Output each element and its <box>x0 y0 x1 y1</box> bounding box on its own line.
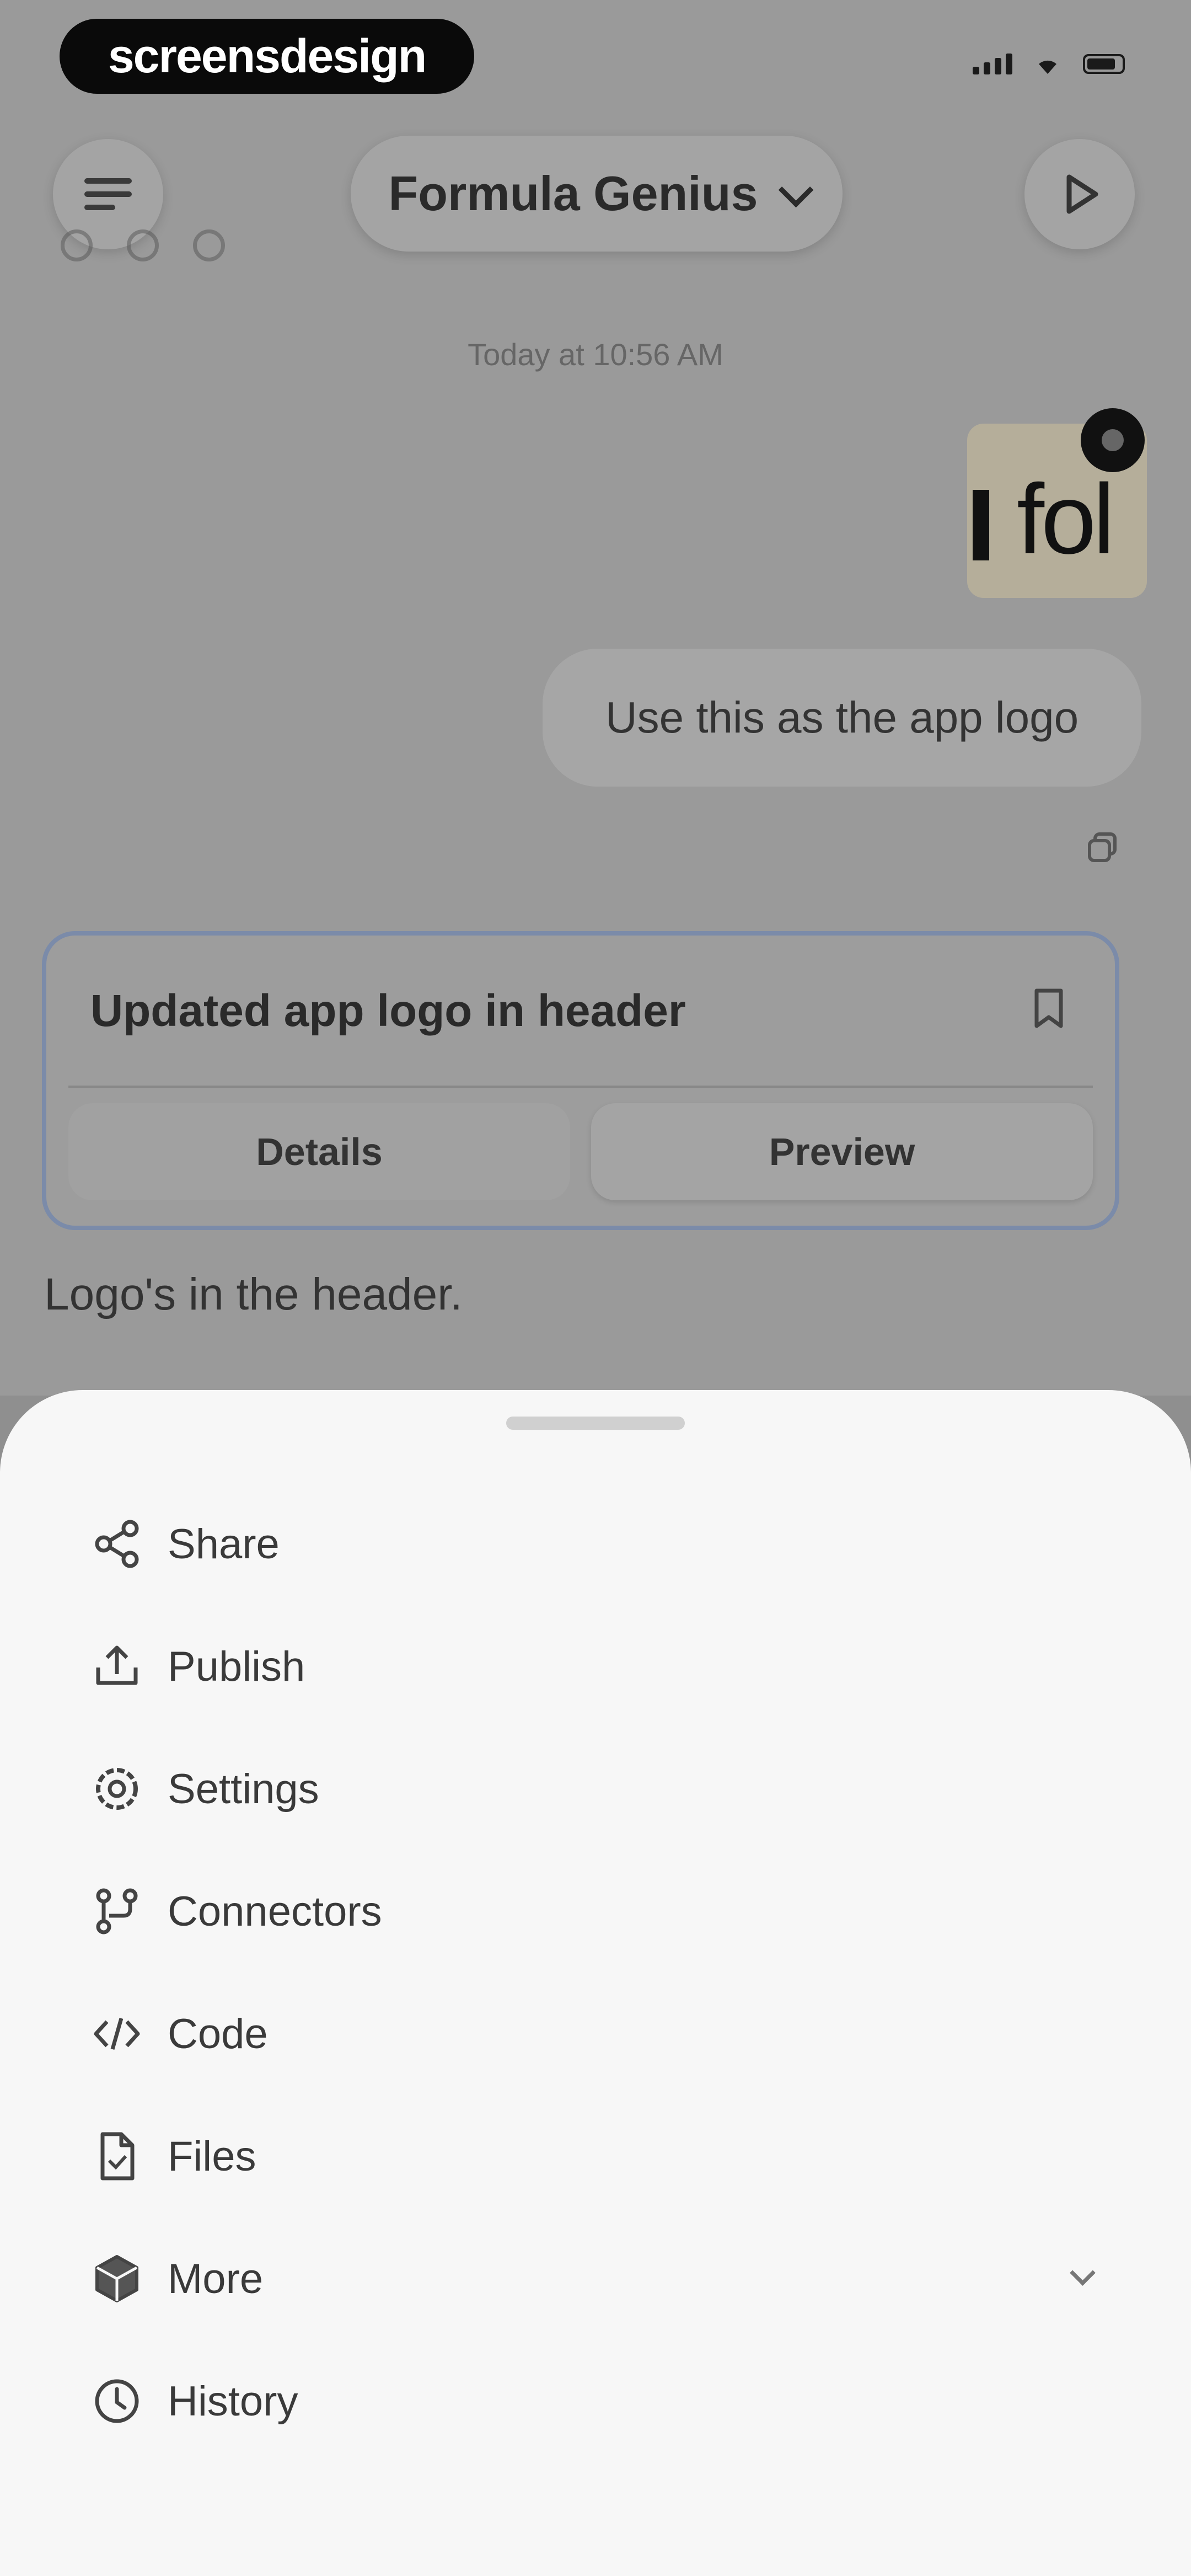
menu-item-files[interactable]: Files <box>0 2095 1191 2217</box>
user-message-bubble: Use this as the app logo <box>543 649 1141 787</box>
menu-item-label: Files <box>168 2133 256 2180</box>
action-icon <box>127 229 159 261</box>
settings-icon <box>89 1761 144 1816</box>
hamburger-icon <box>84 170 132 218</box>
assistant-message: Logo's in the header. <box>44 1269 463 1319</box>
remove-attachment-button[interactable] <box>1081 408 1145 472</box>
menu-item-label: More <box>168 2255 264 2302</box>
card-divider <box>68 1086 1093 1088</box>
menu-item-settings[interactable]: Settings <box>0 1728 1191 1850</box>
cube-icon <box>89 2251 144 2306</box>
share-icon <box>89 1516 144 1572</box>
menu-item-label: History <box>168 2377 298 2425</box>
message-actions <box>61 229 225 261</box>
change-card: Updated app logo in header Details Previ… <box>42 931 1119 1230</box>
action-icon <box>193 229 225 261</box>
logo-mark <box>973 490 989 560</box>
chevron-down-icon <box>779 172 814 207</box>
wifi-icon <box>1039 60 1056 74</box>
copy-icon[interactable] <box>1086 831 1119 864</box>
action-icon <box>61 229 93 261</box>
code-icon <box>89 2006 144 2061</box>
menu-item-label: Settings <box>168 1765 319 1813</box>
menu-item-label: Publish <box>168 1643 305 1690</box>
menu-item-share[interactable]: Share <box>0 1483 1191 1605</box>
menu-item-label: Code <box>168 2010 268 2057</box>
menu-item-code[interactable]: Code <box>0 1973 1191 2095</box>
menu-item-history[interactable]: History <box>0 2340 1191 2462</box>
publish-icon <box>89 1639 144 1694</box>
bookmark-icon[interactable] <box>1032 987 1065 1029</box>
file-icon <box>89 2129 144 2184</box>
cellular-signal-icon <box>973 54 1012 74</box>
chevron-down-icon <box>1070 2260 1096 2286</box>
run-button[interactable] <box>1024 139 1135 249</box>
sheet-menu: Share Publish Settings Connectors Code F… <box>0 1483 1191 2462</box>
watermark-logo: screensdesign <box>60 19 474 94</box>
menu-item-label: Share <box>168 1520 280 1568</box>
card-title: Updated app logo in header <box>90 986 686 1036</box>
details-button[interactable]: Details <box>68 1103 570 1200</box>
close-icon <box>1102 429 1124 451</box>
battery-icon <box>1083 54 1125 74</box>
preview-button[interactable]: Preview <box>591 1103 1093 1200</box>
project-title-dropdown[interactable]: Formula Genius <box>351 136 843 252</box>
logo-text: fol <box>1017 464 1115 575</box>
history-icon <box>89 2374 144 2429</box>
connectors-icon <box>89 1884 144 1939</box>
menu-item-connectors[interactable]: Connectors <box>0 1850 1191 1973</box>
sheet-handle[interactable] <box>506 1417 685 1430</box>
actions-bottom-sheet: Share Publish Settings Connectors Code F… <box>0 1390 1191 2576</box>
menu-item-label: Connectors <box>168 1888 382 1935</box>
timestamp: Today at 10:56 AM <box>468 337 723 372</box>
menu-item-publish[interactable]: Publish <box>0 1605 1191 1728</box>
play-icon <box>1066 174 1098 214</box>
menu-item-more[interactable]: More <box>0 2217 1191 2340</box>
status-bar <box>973 52 1125 76</box>
project-title: Formula Genius <box>388 166 758 221</box>
